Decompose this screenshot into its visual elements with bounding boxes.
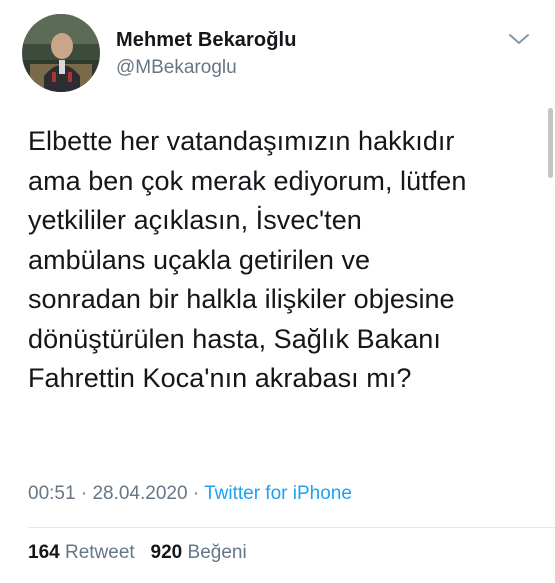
tweet-text-line: sonradan bir halkla ilişkiler objesine — [28, 284, 455, 314]
tweet-text-line: dönüştürülen hasta, Sağlık Bakanı — [28, 323, 441, 354]
likes-count: 920 — [150, 542, 183, 563]
tweet-time[interactable]: 00:51 — [28, 483, 76, 504]
avatar[interactable] — [22, 14, 100, 92]
user-names: Mehmet Bekaroğlu @MBekaroglu — [116, 28, 297, 80]
tweet-date[interactable]: 28.04.2020 — [92, 483, 187, 504]
likes-stat[interactable]: 920 Beğeni — [151, 542, 247, 563]
tweet-card: Mehmet Bekaroğlu @MBekaroglu Elbette her… — [0, 0, 555, 583]
meta-separator: · — [80, 483, 88, 504]
tweet-meta: 00:51 · 28.04.2020 · Twitter for iPhone — [28, 482, 352, 506]
retweets-stat[interactable]: 164 Retweet — [28, 542, 140, 563]
avatar-image — [22, 14, 100, 92]
tweet-header: Mehmet Bekaroğlu @MBekaroglu — [22, 14, 532, 94]
tweet-source-link[interactable]: Twitter for iPhone — [204, 483, 352, 504]
retweets-count: 164 — [28, 542, 60, 563]
tweet-text-line: Fahrettin Koca'nın akrabası mı? — [28, 363, 412, 393]
display-name[interactable]: Mehmet Bekaroğlu — [116, 28, 297, 52]
chevron-down-icon[interactable] — [508, 32, 530, 46]
tweet-text-line: ama ben çok merak ediyorum, lütfen — [28, 165, 467, 196]
scrollbar[interactable] — [548, 108, 553, 178]
tweet-text-line: ambülans uçakla getirilen ve — [28, 244, 371, 275]
meta-separator: · — [192, 483, 200, 504]
likes-label: Beğeni — [187, 542, 247, 563]
divider — [28, 527, 555, 528]
retweets-label: Retweet — [64, 542, 135, 563]
tweet-text-line: Elbette her vatandaşımızın hakkıdır — [28, 126, 455, 156]
tweet-text: Elbette her vatandaşımızın hakkıdır ama … — [28, 122, 538, 399]
tweet-text-line: yetkililer açıklasın, İsvec'ten — [28, 205, 362, 235]
tweet-stats: 164 Retweet 920 Beğeni — [28, 541, 247, 565]
user-handle[interactable]: @MBekaroglu — [116, 56, 297, 80]
